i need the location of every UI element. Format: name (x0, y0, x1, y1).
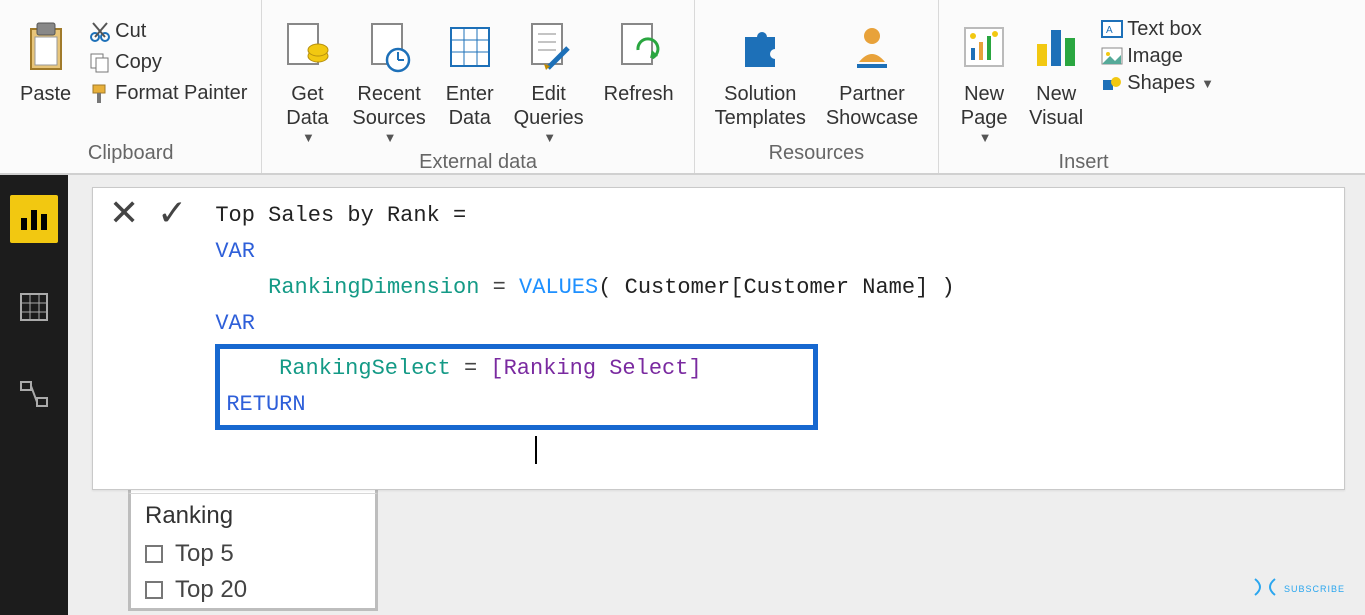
image-icon (1097, 47, 1127, 67)
chevron-down-icon: ▼ (382, 130, 397, 145)
puzzle-icon (735, 12, 785, 82)
annotation-highlight: RankingSelect = [Ranking Select] RETURN (215, 344, 818, 430)
slicer-item-label: Top 20 (175, 576, 247, 604)
relationship-icon (19, 380, 49, 410)
dax-keyword-var: VAR (215, 239, 255, 264)
nav-model-view[interactable] (10, 371, 58, 419)
text-box-label: Text box (1127, 18, 1201, 41)
left-nav (0, 175, 68, 615)
chevron-down-icon: ▼ (300, 130, 315, 145)
slicer-item-label: Top 5 (175, 540, 234, 568)
recent-sources-icon (364, 12, 414, 82)
checkbox-icon[interactable] (145, 581, 163, 599)
formula-editor[interactable]: Top Sales by Rank = VAR RankingDimension… (203, 188, 1344, 489)
scissors-icon (85, 21, 115, 43)
partner-icon (847, 12, 897, 82)
bar-chart-icon (19, 204, 49, 234)
formula-text: Top Sales by Rank = (215, 203, 479, 228)
commit-formula-button[interactable]: ✓ (157, 192, 187, 234)
cancel-formula-button[interactable]: ✕ (109, 192, 139, 234)
ribbon-group-resources: Solution Templates Partner Showcase Reso… (695, 0, 939, 173)
paste-label: Paste (20, 82, 71, 106)
ribbon-group-label: Clipboard (10, 136, 251, 169)
slicer-item[interactable]: Top 20 (131, 572, 375, 608)
nav-report-view[interactable] (10, 195, 58, 243)
paintbrush-icon (85, 83, 115, 105)
watermark: SUBSCRIBE (1251, 576, 1345, 597)
refresh-button[interactable]: Refresh (594, 10, 684, 106)
new-page-icon (959, 12, 1009, 82)
format-painter-button[interactable]: Format Painter (81, 78, 251, 109)
report-canvas-area: Aut ≡ ••• Ranking Top 5 Top 20 ✕ ✓ Top S… (68, 175, 1365, 615)
formula-bar[interactable]: ✕ ✓ Top Sales by Rank = VAR RankingDimen… (92, 187, 1345, 490)
enter-data-label: Enter Data (446, 82, 494, 130)
table-icon (447, 12, 493, 82)
cut-label: Cut (115, 20, 146, 43)
data-grid-icon (19, 292, 49, 322)
dax-function: VALUES (519, 275, 598, 300)
partner-showcase-button[interactable]: Partner Showcase (816, 10, 928, 130)
dax-measure-ref: [Ranking Select] (490, 356, 701, 381)
edit-queries-label: Edit Queries (514, 82, 584, 130)
solution-templates-button[interactable]: Solution Templates (705, 10, 816, 130)
shapes-button[interactable]: Shapes ▼ (1093, 70, 1218, 97)
copy-button[interactable]: Copy (81, 47, 251, 78)
dax-column-ref: Customer[Customer Name] (611, 275, 941, 300)
dax-variable-name: RankingSelect (279, 356, 451, 381)
chevron-down-icon: ▼ (541, 130, 556, 145)
checkbox-icon[interactable] (145, 545, 163, 563)
chevron-down-icon: ▼ (1199, 76, 1214, 91)
partner-showcase-label: Partner Showcase (826, 82, 918, 130)
cut-button[interactable]: Cut (81, 16, 251, 47)
nav-data-view[interactable] (10, 283, 58, 331)
get-data-label: Get Data (286, 82, 328, 130)
slicer-title: Ranking (131, 494, 375, 536)
copy-label: Copy (115, 51, 162, 74)
ribbon-group-label: Resources (705, 136, 928, 169)
watermark-label: SUBSCRIBE (1284, 584, 1345, 594)
dna-icon (1251, 577, 1279, 597)
text-box-button[interactable]: A Text box (1093, 16, 1218, 43)
new-page-label: New Page (961, 82, 1008, 130)
shapes-icon (1097, 74, 1127, 94)
new-page-button[interactable]: New Page ▼ (949, 10, 1019, 145)
ribbon-group-label: External data (272, 145, 683, 178)
get-data-button[interactable]: Get Data ▼ (272, 10, 342, 145)
edit-queries-icon (524, 12, 574, 82)
svg-text:A: A (1106, 25, 1113, 36)
image-label: Image (1127, 45, 1183, 68)
format-painter-label: Format Painter (115, 82, 247, 105)
refresh-icon (614, 12, 664, 82)
ribbon-group-clipboard: Paste Cut Copy (0, 0, 262, 173)
copy-icon (85, 52, 115, 74)
clipboard-icon (23, 12, 69, 82)
dax-keyword-var: VAR (215, 311, 255, 336)
recent-sources-button[interactable]: Recent Sources ▼ (342, 10, 435, 145)
text-cursor (535, 436, 537, 464)
dax-variable-name: RankingDimension (268, 275, 479, 300)
shapes-label: Shapes (1127, 72, 1195, 95)
formula-bar-controls: ✕ ✓ (93, 188, 203, 234)
ribbon-group-label: Insert (949, 145, 1218, 178)
solution-templates-label: Solution Templates (715, 82, 806, 130)
edit-queries-button[interactable]: Edit Queries ▼ (504, 10, 594, 145)
chevron-down-icon: ▼ (977, 130, 992, 145)
get-data-icon (282, 12, 332, 82)
ribbon: Paste Cut Copy (0, 0, 1365, 175)
ribbon-group-external-data: Get Data ▼ Recent Sources ▼ Enter Data (262, 0, 694, 173)
recent-sources-label: Recent Sources (352, 82, 425, 130)
new-visual-button[interactable]: New Visual (1019, 10, 1093, 130)
ribbon-group-insert: New Page ▼ New Visual A Text box (939, 0, 1228, 173)
paste-button[interactable]: Paste (10, 10, 81, 106)
new-visual-label: New Visual (1029, 82, 1083, 130)
chart-icon (1031, 12, 1081, 82)
enter-data-button[interactable]: Enter Data (436, 10, 504, 130)
text-box-icon: A (1097, 20, 1127, 40)
dax-keyword-return: RETURN (226, 392, 305, 417)
image-button[interactable]: Image (1093, 43, 1218, 70)
refresh-label: Refresh (604, 82, 674, 106)
slicer-item[interactable]: Top 5 (131, 536, 375, 572)
